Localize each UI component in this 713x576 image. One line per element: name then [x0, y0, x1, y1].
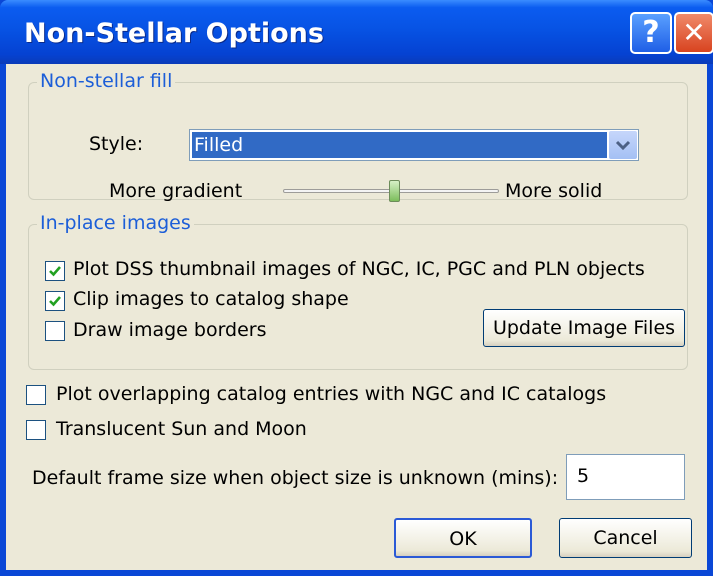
- overlapping-label[interactable]: Plot overlapping catalog entries with NG…: [56, 383, 606, 405]
- ok-button[interactable]: OK: [394, 518, 532, 558]
- translucent-label[interactable]: Translucent Sun and Moon: [56, 418, 307, 440]
- style-selected-value: Filled: [192, 132, 607, 158]
- help-button[interactable]: ?: [630, 12, 672, 54]
- translucent-checkbox[interactable]: [26, 420, 46, 440]
- cancel-button[interactable]: Cancel: [559, 518, 692, 558]
- window-title: Non-Stellar Options: [24, 18, 324, 49]
- more-solid-label: More solid: [505, 180, 603, 202]
- draw-borders-checkbox[interactable]: [45, 321, 65, 341]
- dialog-window: Non-Stellar Options ? ✕ Non-stellar fill…: [0, 0, 713, 576]
- non-stellar-fill-group: Non-stellar fill Style: Filled More grad…: [28, 70, 688, 202]
- gradient-slider-thumb[interactable]: [389, 180, 400, 202]
- plot-dss-checkbox[interactable]: [45, 261, 65, 281]
- overlapping-checkbox[interactable]: [26, 385, 46, 405]
- non-stellar-fill-legend: Non-stellar fill: [37, 70, 176, 92]
- frame-size-input[interactable]: 5: [566, 454, 685, 500]
- update-image-files-button[interactable]: Update Image Files: [483, 309, 685, 347]
- chevron-down-icon[interactable]: [609, 131, 637, 159]
- in-place-images-group: In-place images Plot DSS thumbnail image…: [28, 212, 688, 370]
- title-bar[interactable]: Non-Stellar Options ? ✕: [0, 0, 713, 64]
- in-place-images-legend: In-place images: [37, 212, 194, 234]
- clip-images-checkbox[interactable]: [45, 291, 65, 311]
- frame-size-label: Default frame size when object size is u…: [32, 467, 559, 489]
- plot-dss-label[interactable]: Plot DSS thumbnail images of NGC, IC, PG…: [73, 258, 645, 280]
- dialog-body: Non-stellar fill Style: Filled More grad…: [6, 64, 707, 570]
- style-label: Style:: [89, 133, 144, 155]
- close-button[interactable]: ✕: [674, 12, 713, 54]
- more-gradient-label: More gradient: [109, 180, 243, 202]
- clip-images-label[interactable]: Clip images to catalog shape: [73, 288, 349, 310]
- style-select[interactable]: Filled: [189, 129, 639, 161]
- draw-borders-label[interactable]: Draw image borders: [73, 319, 267, 341]
